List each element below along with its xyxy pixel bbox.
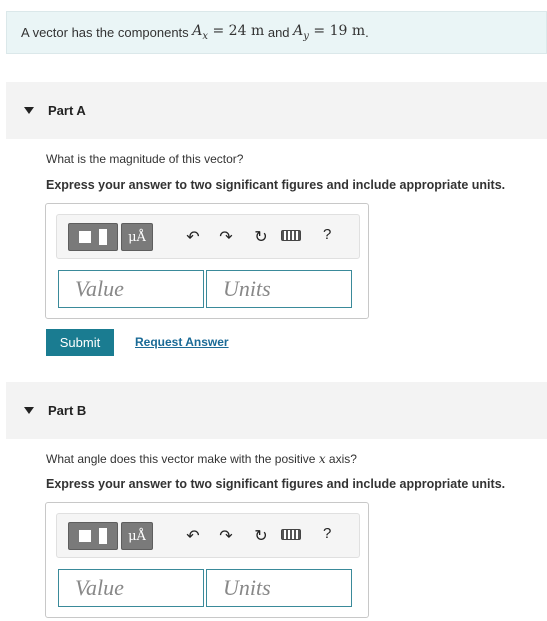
undo-icon[interactable]: ↶ — [182, 524, 204, 548]
reset-icon[interactable]: ↻ — [250, 524, 272, 548]
problem-statement: A vector has the components Ax = 24 m an… — [6, 11, 547, 54]
ax-expression: Ax = 24 m — [192, 23, 265, 42]
ay-expression: Ay = 19 m — [293, 23, 366, 42]
collapse-triangle-icon[interactable] — [24, 407, 34, 414]
keyboard-icon[interactable] — [281, 529, 301, 540]
math-toolbar: μÅ ↶ ↷ ↻ ? — [56, 513, 360, 558]
collapse-triangle-icon[interactable] — [24, 107, 34, 114]
value-input[interactable]: Value — [58, 569, 204, 607]
help-icon[interactable]: ? — [323, 226, 331, 243]
value-input[interactable]: Value — [58, 270, 204, 308]
redo-icon[interactable]: ↷ — [215, 225, 237, 249]
units-icon[interactable]: μÅ — [121, 522, 153, 550]
redo-icon[interactable]: ↷ — [215, 524, 237, 548]
part-a-instruction: Express your answer to two significant f… — [46, 178, 506, 192]
part-b-title: Part B — [48, 403, 87, 418]
undo-icon[interactable]: ↶ — [182, 225, 204, 249]
part-a-title: Part A — [48, 103, 86, 118]
math-toolbar: μÅ ↶ ↷ ↻ ? — [56, 214, 360, 259]
help-icon[interactable]: ? — [323, 525, 331, 542]
part-a-header[interactable]: Part A — [6, 82, 547, 139]
units-icon[interactable]: μÅ — [121, 223, 153, 251]
reset-icon[interactable]: ↻ — [250, 225, 272, 249]
part-b-answer-editor: μÅ ↶ ↷ ↻ ? Value Units — [45, 502, 369, 618]
part-a-question: What is the magnitude of this vector? — [46, 152, 244, 166]
request-answer-link[interactable]: Request Answer — [135, 335, 229, 349]
templates-icon[interactable] — [68, 522, 118, 550]
part-a-answer-editor: μÅ ↶ ↷ ↻ ? Value Units — [45, 203, 369, 319]
part-b-header[interactable]: Part B — [6, 382, 547, 439]
submit-button[interactable]: Submit — [46, 329, 114, 356]
part-b-question: What angle does this vector make with th… — [46, 452, 357, 466]
units-input[interactable]: Units — [206, 270, 352, 308]
templates-icon[interactable] — [68, 223, 118, 251]
part-b-instruction: Express your answer to two significant f… — [46, 477, 506, 491]
units-input[interactable]: Units — [206, 569, 352, 607]
keyboard-icon[interactable] — [281, 230, 301, 241]
